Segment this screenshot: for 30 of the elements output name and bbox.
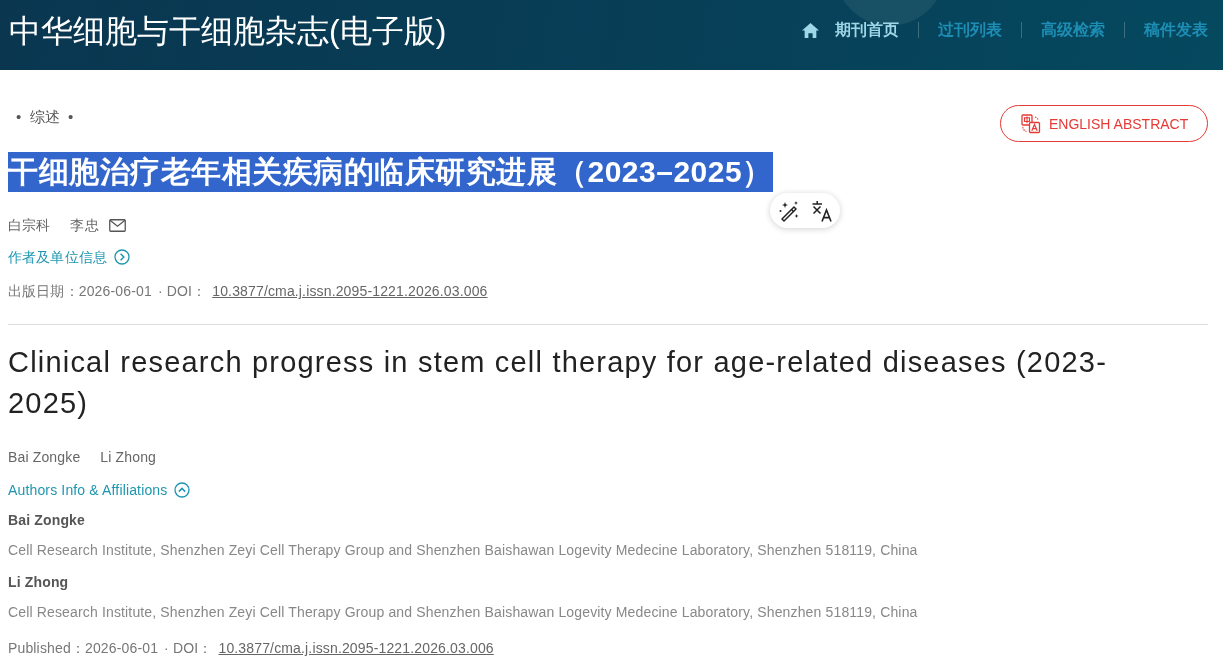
- article-title: 干细胞治疗老年相关疾病的临床研究进展（2023–2025）: [8, 152, 773, 192]
- affiliation-text: Cell Research Institute, Shenzhen Zeyi Cell Therapy Group and Shenzhen Baishawan Logevity Medecine Laboratory, Shenzhen 518119, China: [8, 603, 919, 622]
- nav-link[interactable]: 过刊列表: [938, 19, 1002, 41]
- nav-link[interactable]: 期刊首页: [802, 19, 899, 41]
- doi-link[interactable]: 10.3877/cma.j.issn.2095-1221.2026.03.006: [212, 281, 488, 301]
- publication-date: Published：2026-06-01: [8, 639, 159, 658]
- doi-link[interactable]: 10.3877/cma.j.issn.2095-1221.2026.03.006: [218, 638, 494, 658]
- nav-link[interactable]: 稿件发表: [1144, 19, 1208, 41]
- author-name: 白宗科: [8, 216, 51, 235]
- doi-label: · DOI：: [164, 639, 213, 658]
- affiliation-author: Li Zhong: [8, 573, 70, 592]
- translate-icon: [1021, 113, 1041, 134]
- affiliation-author: Bai Zongke: [8, 511, 86, 530]
- author-info-link[interactable]: 作者及单位信息: [8, 247, 131, 267]
- article-title-english: Clinical research progress in stem cell therapy for age-related diseases (2023-2025): [8, 345, 1108, 421]
- translate-icon[interactable]: [811, 199, 833, 222]
- publication-date: 出版日期：2026-06-01: [8, 282, 152, 301]
- doi-label: · DOI：: [157, 282, 207, 301]
- author-info-link[interactable]: Authors Info & Affiliations: [8, 480, 191, 500]
- journal-title: 中华细胞与干细胞杂志(电子版): [9, 12, 447, 51]
- mail-icon[interactable]: [108, 218, 126, 232]
- affiliation-text: Cell Research Institute, Shenzhen Zeyi Cell Therapy Group and Shenzhen Baishawan Logevity Medecine Laboratory, Shenzhen 518119, China: [8, 541, 919, 560]
- author-name: Bai Zongke: [8, 448, 81, 467]
- home-icon: [802, 22, 819, 38]
- magic-wand-icon[interactable]: [778, 199, 800, 222]
- english-abstract-button[interactable]: ENGLISH ABSTRACT: [1000, 105, 1208, 142]
- nav-link[interactable]: 高级检索: [1041, 19, 1105, 41]
- author-name: 李忠: [70, 216, 99, 235]
- article-category: • 综述 •: [15, 107, 74, 127]
- author-name: Li Zhong: [100, 448, 156, 467]
